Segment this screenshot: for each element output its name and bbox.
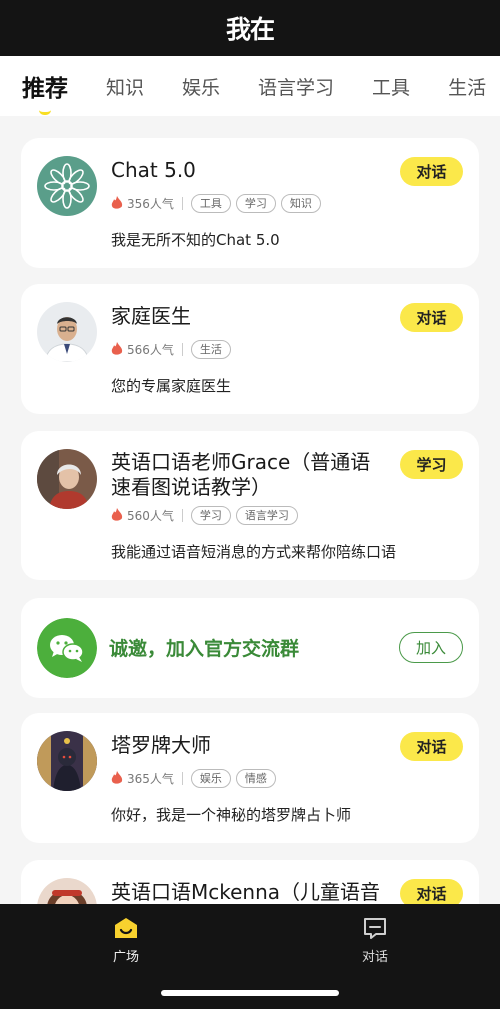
tag: 学习: [235, 193, 276, 213]
join-button[interactable]: 加入: [399, 632, 463, 663]
popularity-count: 560人气: [127, 508, 174, 523]
tab-language-learning[interactable]: 语言学习: [258, 73, 334, 100]
bot-meta: 356人气 工具 学习 知识: [111, 193, 326, 213]
tab-tools[interactable]: 工具: [372, 73, 410, 100]
fire-icon: [111, 196, 123, 209]
top-bar: 我在: [0, 0, 500, 56]
nav-label: 广场: [112, 950, 139, 965]
wechat-icon: [37, 618, 97, 678]
category-tabs: 推荐 知识 娱乐 语言学习 工具 生活: [0, 56, 500, 116]
chat-button[interactable]: 对话: [400, 303, 463, 332]
bot-meta: 365人气 娱乐 情感: [111, 768, 281, 788]
tab-entertainment[interactable]: 娱乐: [182, 73, 220, 100]
tab-knowledge[interactable]: 知识: [106, 73, 144, 100]
bot-title: Chat 5.0: [111, 158, 196, 182]
bot-meta: 560人气 学习 语言学习: [111, 505, 303, 525]
popularity-count: 356人气: [127, 196, 174, 211]
bot-card-family-doctor[interactable]: 家庭医生 566人气 生活 您的专属家庭医生 对话: [21, 284, 479, 414]
bot-description: 我是无所不知的Chat 5.0: [111, 231, 280, 249]
tag: 知识: [280, 193, 321, 213]
fire-icon: [111, 508, 123, 521]
chat-button[interactable]: 对话: [400, 157, 463, 186]
fire-icon: [111, 771, 123, 784]
bot-card-tarot[interactable]: 塔罗牌大师 365人气 娱乐 情感 你好，我是一个神秘的塔罗牌占卜师 对话: [21, 713, 479, 843]
nav-square[interactable]: 广场: [86, 916, 166, 965]
chat-icon: [364, 918, 386, 939]
tab-recommended[interactable]: 推荐: [22, 69, 68, 115]
tarot-avatar: [37, 731, 97, 791]
promo-text: 诚邀，加入官方交流群: [109, 638, 300, 660]
bot-title-line-2: 速看图说话教学）: [111, 475, 271, 499]
doctor-avatar: [37, 302, 97, 362]
square-home-icon: [115, 918, 137, 938]
bot-feed: Chat 5.0 356人气 工具 学习 知识 我是无所不知的Chat 5.0 …: [0, 116, 500, 904]
chat-button[interactable]: 对话: [400, 732, 463, 761]
bot-description: 我能通过语音短消息的方式来帮你陪练口语: [111, 543, 397, 561]
chat-button[interactable]: 对话: [400, 879, 463, 904]
chat-bot-avatar: [37, 156, 97, 216]
bot-title: 英语口语Mckenna（儿童语音: [111, 880, 381, 904]
popularity-count: 365人气: [127, 771, 174, 786]
bot-description: 你好，我是一个神秘的塔罗牌占卜师: [111, 806, 352, 824]
bot-description: 您的专属家庭医生: [111, 377, 232, 395]
bot-title: 塔罗牌大师: [111, 733, 211, 757]
popularity-count: 566人气: [127, 342, 174, 357]
tag: 情感: [235, 768, 276, 788]
tab-life[interactable]: 生活: [448, 73, 486, 100]
app-logo: 我在: [225, 15, 275, 44]
learn-button[interactable]: 学习: [400, 450, 463, 479]
tag: 生活: [190, 339, 231, 359]
grace-avatar: [37, 449, 97, 509]
bot-card-english-grace[interactable]: 英语口语老师Grace（普通语 速看图说话教学） 560人气 学习 语言学习 我…: [21, 431, 479, 580]
bot-card-english-mckenna[interactable]: 英语口语Mckenna（儿童语音 对话: [21, 860, 479, 904]
wechat-group-promo[interactable]: 诚邀，加入官方交流群 加入: [21, 598, 479, 698]
tag: 学习: [190, 505, 231, 525]
fire-icon: [111, 342, 123, 355]
nav-label: 对话: [361, 950, 388, 965]
nav-chat[interactable]: 对话: [335, 916, 415, 965]
active-tab-indicator: [39, 110, 51, 115]
mckenna-avatar: [37, 878, 97, 904]
lotus-icon: [37, 156, 97, 216]
tag: 工具: [190, 193, 231, 213]
bot-title-line-1: 英语口语老师Grace（普通语: [111, 450, 371, 474]
home-indicator[interactable]: [161, 990, 339, 996]
tag: 语言学习: [235, 505, 298, 525]
bot-meta: 566人气 生活: [111, 339, 236, 359]
bot-title: 家庭医生: [111, 304, 191, 328]
bot-card-chat[interactable]: Chat 5.0 356人气 工具 学习 知识 我是无所不知的Chat 5.0 …: [21, 138, 479, 268]
tag: 娱乐: [190, 768, 231, 788]
